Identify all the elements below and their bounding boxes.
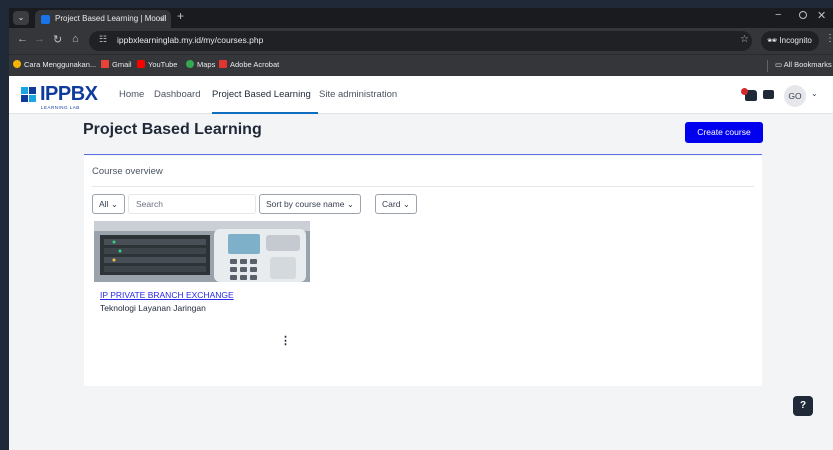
logo-text: IPPBX [40, 83, 98, 105]
help-button[interactable]: ? [793, 396, 813, 416]
ip-phone-server-image [94, 221, 310, 282]
incognito-icon: 🕶 [767, 36, 778, 45]
incognito-label: Incognito [779, 36, 812, 45]
bookmark-item[interactable]: Gmail [101, 60, 132, 69]
bookmark-item[interactable]: YouTube [137, 60, 177, 69]
url-text: ippbxlearninglab.my.id/my/courses.php [117, 35, 264, 45]
bookmark-item[interactable]: Maps [186, 60, 215, 69]
bookmark-star-icon[interactable]: ☆ [740, 34, 749, 45]
course-overview-title: Course overview [92, 166, 163, 177]
chevron-down-icon: ⌄ [110, 199, 118, 209]
nav-site-administration[interactable]: Site administration [319, 89, 397, 100]
site-navbar: IPPBX LEARNING LAB Home Dashboard Projec… [9, 76, 833, 114]
tab-strip: ⌄ Project Based Learning | Moodl × + − ✕ [9, 8, 833, 28]
nav-dashboard[interactable]: Dashboard [154, 89, 200, 100]
logo-icon [21, 87, 37, 103]
bookmark-item[interactable]: Adobe Acrobat [219, 60, 279, 69]
page-title: Project Based Learning [83, 121, 262, 138]
chrome-icon [13, 60, 21, 68]
folder-icon: ▭ [775, 60, 784, 69]
all-bookmarks[interactable]: ▭ All Bookmarks [775, 60, 832, 69]
sort-dropdown[interactable]: Sort by course name ⌄ [259, 194, 361, 214]
browser-tab[interactable]: Project Based Learning | Moodl × [35, 10, 171, 28]
minimize-icon[interactable]: − [775, 9, 781, 21]
back-icon[interactable]: ← [17, 33, 28, 45]
course-overview-block: Course overview All ⌄ Sort by course nam… [84, 156, 762, 386]
messages-icon[interactable] [763, 90, 774, 99]
bookmarks-divider [767, 60, 768, 72]
course-actions-more-icon[interactable]: ⋮ [280, 334, 291, 348]
chevron-down-icon: ⌄ [346, 199, 354, 209]
course-image[interactable] [94, 221, 310, 282]
incognito-indicator[interactable]: 🕶 Incognito [761, 31, 819, 51]
forward-icon[interactable]: → [34, 33, 45, 45]
create-course-button[interactable]: Create course [685, 122, 763, 143]
course-category: Teknologi Layanan Jaringan [100, 303, 206, 313]
grouping-filter-dropdown[interactable]: All ⌄ [92, 194, 125, 214]
active-nav-indicator [212, 112, 318, 114]
browser-chrome: ⌄ Project Based Learning | Moodl × + − ✕… [9, 8, 833, 76]
user-menu-chevron-down-icon[interactable]: ⌄ [811, 89, 818, 98]
bookmark-item[interactable]: Cara Menggunakan... [13, 60, 96, 69]
browser-toolbar: ← → ↻ ⌂ ☷ ippbxlearninglab.my.id/my/cour… [9, 28, 833, 54]
tab-title: Project Based Learning | Moodl [55, 14, 167, 23]
window-close-icon[interactable]: ✕ [817, 9, 826, 22]
moodle-favicon-icon [41, 15, 50, 24]
nav-project-based-learning[interactable]: Project Based Learning [212, 89, 311, 100]
moodle-page: IPPBX LEARNING LAB Home Dashboard Projec… [9, 76, 833, 450]
course-name-link[interactable]: IP PRIVATE BRANCH EXCHANGE [100, 290, 234, 300]
acrobat-icon [219, 60, 227, 68]
maximize-icon[interactable] [799, 11, 807, 19]
home-icon[interactable]: ⌂ [72, 33, 79, 45]
block-divider [92, 186, 754, 187]
site-logo[interactable]: IPPBX LEARNING LAB [21, 83, 121, 111]
view-dropdown[interactable]: Card ⌄ [375, 194, 417, 214]
tab-search-icon[interactable]: ⌄ [13, 11, 29, 25]
chevron-down-icon: ⌄ [402, 199, 410, 209]
logo-subtext: LEARNING LAB [41, 105, 80, 110]
notification-badge [741, 88, 748, 95]
bookmarks-bar: Cara Menggunakan... Gmail YouTube Maps A… [9, 54, 833, 76]
new-tab-icon[interactable]: + [177, 9, 184, 23]
heading-divider [84, 154, 762, 155]
reload-icon[interactable]: ↻ [53, 33, 62, 46]
user-avatar[interactable]: GO [784, 85, 806, 107]
youtube-icon [137, 60, 145, 68]
site-settings-icon[interactable]: ☷ [99, 34, 107, 45]
course-search-input[interactable] [128, 194, 256, 214]
gmail-icon [101, 60, 109, 68]
nav-home[interactable]: Home [119, 89, 144, 100]
tab-close-icon[interactable]: × [160, 10, 165, 28]
browser-menu-icon[interactable]: ⋮ [825, 33, 833, 44]
address-bar[interactable]: ☷ ippbxlearninglab.my.id/my/courses.php [89, 31, 752, 51]
maps-icon [186, 60, 194, 68]
